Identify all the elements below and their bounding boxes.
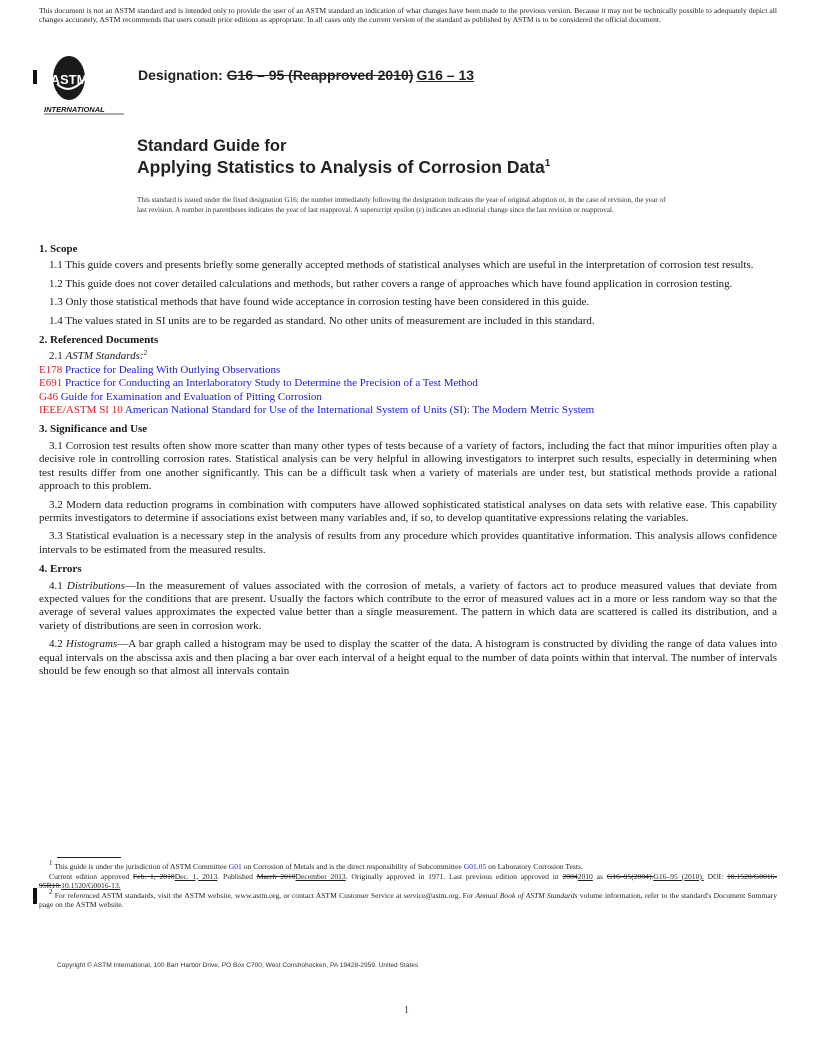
inserted-text: G16–95 (2010).	[653, 871, 704, 881]
footnote-2: 2 For referenced ASTM standards, visit t…	[39, 887, 777, 910]
reference-link[interactable]: E691 Practice for Conducting an Interlab…	[39, 377, 777, 390]
reference-code[interactable]: G46	[39, 391, 58, 403]
paragraph: 1.3 Only those statistical methods that …	[49, 296, 590, 309]
lead-label: ASTM Standards:	[65, 350, 144, 363]
paragraph-text: —In the measurement of values associated…	[39, 579, 777, 632]
paragraph: 4.2 Histograms—A bar graph called a hist…	[39, 638, 777, 678]
paragraph: 1.2 This guide does not cover detailed c…	[49, 277, 733, 290]
paragraph: 1.4 The values stated in SI units are to…	[49, 314, 595, 327]
designation: Designation: G16 – 95 (Reapproved 2010) G…	[138, 67, 474, 83]
footnote-text: on Corrosion of Metals and is the direct…	[243, 862, 462, 871]
paragraph-number: 4.2	[49, 638, 63, 651]
footnote-text: . Originally approved in 1971. Last prev…	[345, 871, 559, 881]
footnote-text: as	[596, 871, 603, 881]
deleted-text: G16–95(2004).	[606, 871, 654, 881]
disclaimer-text: This document is not an ASTM standard an…	[39, 6, 777, 25]
reference-title[interactable]: Practice for Dealing With Outlying Obser…	[65, 364, 280, 376]
title-line-2: Applying Statistics to Analysis of Corro…	[137, 157, 550, 178]
section-scope: 1. Scope 1.1 This guide covers and prese…	[39, 243, 777, 328]
footnote-text: For referenced ASTM standards, visit the…	[54, 890, 474, 900]
footnote-italic: Annual Book of ASTM Standards	[475, 890, 578, 900]
inserted-text: December 2013	[295, 871, 346, 881]
section-heading: 2. Referenced Documents	[39, 334, 159, 347]
title-line-1: Standard Guide for	[137, 137, 287, 155]
reference-title[interactable]: Practice for Conducting an Interlaborato…	[65, 377, 478, 389]
copyright: Copyright © ASTM International, 100 Barr…	[57, 962, 419, 969]
page-number: 1	[404, 1005, 409, 1016]
reference-link[interactable]: IEEE/ASTM SI 10 American National Standa…	[39, 404, 777, 417]
inserted-text: Dec. 1, 2013	[174, 871, 218, 881]
section-referenced-documents: 2. Referenced Documents 2.1 ASTM Standar…	[39, 334, 777, 417]
footnote-text: DOI:	[707, 871, 724, 881]
title-text: Applying Statistics to Analysis of Corro…	[137, 157, 545, 177]
reference-title[interactable]: Guide for Examination and Evaluation of …	[61, 391, 322, 403]
paragraph: 4.1 Distributions—In the measurement of …	[39, 580, 777, 634]
paragraph: 3.1 Corrosion test results often show mo…	[39, 439, 777, 493]
section-heading: 1. Scope	[39, 243, 78, 255]
astm-standards-lead: 2.1 ASTM Standards:2	[39, 350, 777, 363]
section-heading: 4. Errors	[39, 563, 82, 576]
section-significance: 3. Significance and Use 3.1 Corrosion te…	[39, 423, 777, 557]
inserted-text: 2010	[577, 871, 593, 881]
footnote-text: Current edition approved	[49, 871, 130, 881]
deleted-text: Feb. 1, 2010	[132, 871, 175, 881]
deleted-text: March 2010	[256, 871, 296, 881]
footnote-mark: 2	[49, 887, 53, 896]
paragraph-term: Histograms	[65, 638, 118, 651]
reference-code[interactable]: E178	[39, 364, 62, 376]
lead-number: 2.1	[49, 350, 63, 363]
footnote-text: . Published	[217, 871, 253, 881]
reference-code[interactable]: E691	[39, 377, 62, 389]
reference-code[interactable]: IEEE/ASTM SI 10	[39, 404, 123, 416]
paragraph: 1.1 This guide covers and presents brief…	[49, 259, 754, 272]
footnote-divider	[57, 857, 121, 858]
footnotes: 1 This guide is under the jurisdiction o…	[39, 859, 777, 910]
footnote-1: 1 This guide is under the jurisdiction o…	[39, 859, 777, 872]
section-errors: 4. Errors 4.1 Distributions—In the measu…	[39, 563, 777, 678]
inserted-text: 10.1520/G0016-13.	[61, 881, 121, 891]
footnote-text: This guide is under the jurisdiction of …	[54, 862, 227, 871]
designation-new: G16 – 13	[416, 67, 475, 83]
logo-subtext: INTERNATIONAL	[44, 105, 105, 114]
astm-logo-icon: ASTM INTERNATIONAL	[44, 56, 124, 115]
logo-text: ASTM	[51, 72, 88, 87]
footnote-edition: Current edition approved Feb. 1, 2010Dec…	[39, 872, 777, 891]
designation-label: Designation:	[138, 67, 223, 83]
main-body: 1. Scope 1.1 This guide covers and prese…	[39, 243, 777, 684]
paragraph-number: 4.1	[49, 579, 63, 592]
change-bar	[33, 888, 37, 904]
reference-link[interactable]: G46 Guide for Examination and Evaluation…	[39, 391, 777, 404]
issued-note: This standard is issued under the fixed …	[137, 196, 666, 214]
committee-link[interactable]: G01	[229, 862, 242, 871]
deleted-text: 2004	[562, 871, 578, 881]
paragraph: 3.2 Modern data reduction programs in co…	[39, 498, 777, 524]
footnote-mark: 1	[49, 859, 53, 867]
paragraph-term: Distributions	[66, 579, 125, 592]
change-bar	[33, 70, 37, 84]
reference-link[interactable]: E178 Practice for Dealing With Outlying …	[39, 364, 777, 377]
section-heading: 3. Significance and Use	[39, 423, 148, 436]
paragraph-text: —A bar graph called a histogram may be u…	[39, 638, 777, 677]
footnote-text: on Laboratory Corrosion Tests.	[488, 862, 583, 871]
reference-title[interactable]: American National Standard for Use of th…	[125, 404, 594, 416]
subcommittee-link[interactable]: G01.05	[464, 862, 487, 871]
footnote-mark: 2	[143, 349, 148, 358]
title-footnote-mark: 1	[544, 158, 551, 169]
designation-old: G16 – 95 (Reapproved 2010)	[226, 67, 414, 83]
paragraph: 3.3 Statistical evaluation is a necessar…	[39, 530, 777, 556]
astm-logo: ASTM INTERNATIONAL	[42, 54, 128, 116]
